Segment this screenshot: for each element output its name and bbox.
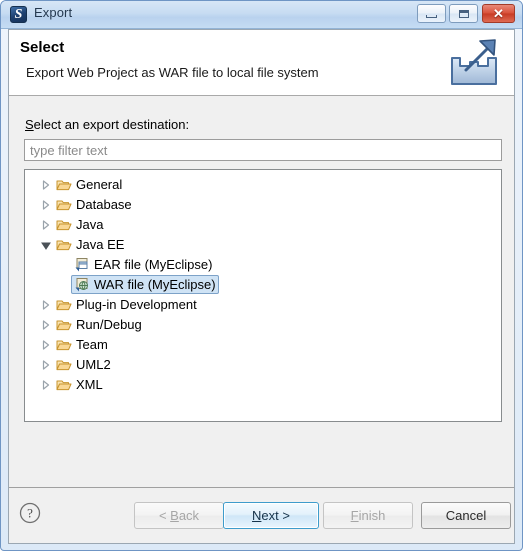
dialog-content-frame: Select Export Web Project as WAR file to… (8, 29, 515, 544)
chevron-right-icon[interactable] (38, 355, 54, 375)
folder-icon (56, 177, 72, 193)
chevron-right-icon[interactable] (38, 315, 54, 335)
tree-item-label: Java EE (76, 237, 125, 252)
window-title: Export (34, 5, 73, 20)
tree-item[interactable]: WAR file (MyEclipse) (25, 275, 501, 295)
back-button-prefix: < (158, 508, 171, 523)
war-file-icon (74, 277, 90, 293)
tree-item-label: Run/Debug (76, 317, 142, 332)
cancel-button[interactable]: Cancel (421, 502, 511, 529)
back-button[interactable]: < Back (134, 502, 224, 529)
minimize-button[interactable] (417, 4, 446, 23)
cancel-button-rest: Cancel (445, 508, 487, 523)
wizard-header: Select Export Web Project as WAR file to… (9, 30, 514, 96)
folder-icon (56, 297, 72, 313)
title-bar[interactable]: S Export ✕ (1, 1, 522, 29)
maximize-icon (459, 10, 469, 18)
chevron-down-icon[interactable] (38, 235, 54, 255)
filter-input[interactable] (24, 139, 502, 161)
tree-item[interactable]: Database (25, 195, 501, 215)
tree-item-label: UML2 (76, 357, 111, 372)
folder-icon (56, 237, 72, 253)
tree-item[interactable]: XML (25, 375, 501, 395)
myeclipse-logo-glyph: S (14, 7, 23, 22)
chevron-right-icon[interactable] (38, 175, 54, 195)
tree-item[interactable]: Run/Debug (25, 315, 501, 335)
folder-icon (56, 337, 72, 353)
wizard-body: Select an export destination: General Dat… (9, 97, 514, 487)
chevron-right-icon[interactable] (38, 295, 54, 315)
chevron-right-icon[interactable] (38, 375, 54, 395)
tree-item[interactable]: EAR file (MyEclipse) (25, 255, 501, 275)
tree-item[interactable]: Plug-in Development (25, 295, 501, 315)
tree-item-label: EAR file (MyEclipse) (94, 257, 213, 272)
export-arrow-icon (446, 36, 502, 88)
myeclipse-logo-icon: S (10, 6, 27, 23)
ear-file-icon (74, 257, 90, 273)
close-icon: ✕ (493, 6, 504, 21)
maximize-button[interactable] (449, 4, 478, 23)
folder-icon (56, 377, 72, 393)
chevron-right-icon[interactable] (38, 215, 54, 235)
minimize-icon (426, 15, 437, 18)
page-subtitle: Export Web Project as WAR file to local … (26, 65, 319, 80)
dialog-footer: ? < Back Next > Finish Cancel (9, 487, 514, 543)
finish-button[interactable]: Finish (323, 502, 413, 529)
chevron-right-icon[interactable] (38, 195, 54, 215)
next-button[interactable]: Next > (223, 502, 319, 529)
back-button-mnemonic: B (170, 508, 179, 523)
finish-button-mnemonic: F (350, 508, 359, 523)
export-destination-tree[interactable]: General Database Java Java EE EAR file (MyEc… (24, 169, 502, 422)
chevron-right-icon[interactable] (38, 335, 54, 355)
help-question-icon[interactable]: ? (19, 502, 41, 524)
tree-item-list: General Database Java Java EE EAR file (MyEc… (25, 175, 501, 395)
folder-icon (56, 217, 72, 233)
tree-item-label: WAR file (MyEclipse) (94, 277, 216, 292)
folder-icon (56, 197, 72, 213)
page-title: Select (20, 39, 65, 56)
next-button-rest: ext > (261, 508, 290, 523)
tree-item-label: Team (76, 337, 108, 352)
svg-text:?: ? (27, 506, 33, 521)
tree-item-label: Database (76, 197, 132, 212)
tree-item[interactable]: Java (25, 215, 501, 235)
tree-item-label: General (76, 177, 123, 192)
destination-label-mnemonic: S (25, 117, 34, 132)
folder-icon (56, 317, 72, 333)
close-button[interactable]: ✕ (482, 4, 515, 23)
finish-button-rest: inish (358, 508, 386, 523)
tree-item[interactable]: Java EE (25, 235, 501, 255)
tree-item[interactable]: Team (25, 335, 501, 355)
destination-label-text: elect an export destination: (33, 117, 190, 132)
tree-item-label: Java (76, 217, 104, 232)
tree-item-label: XML (76, 377, 103, 392)
tree-item[interactable]: General (25, 175, 501, 195)
next-button-mnemonic: N (252, 508, 262, 523)
export-dialog-window: S Export ✕ Select Export Web Project as … (0, 0, 523, 551)
tree-item[interactable]: UML2 (25, 355, 501, 375)
destination-label: Select an export destination: (25, 117, 189, 132)
tree-item-label: Plug-in Development (76, 297, 197, 312)
back-button-rest: ack (178, 508, 200, 523)
folder-icon (56, 357, 72, 373)
